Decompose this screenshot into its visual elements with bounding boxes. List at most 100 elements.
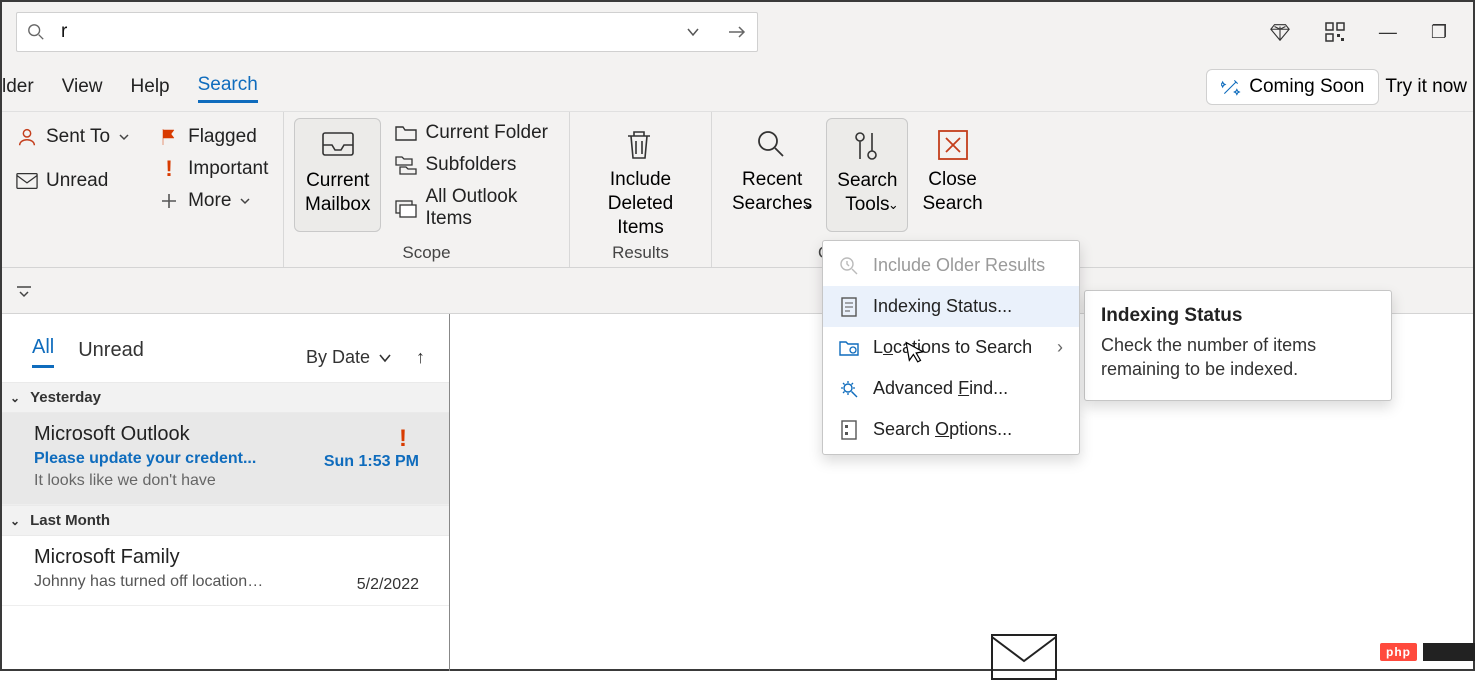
sort-direction-arrow[interactable]: ↑ [416, 347, 425, 368]
search-tools-button[interactable]: Search Tools ⌄ [826, 118, 908, 232]
sort-label: By Date [306, 347, 370, 368]
group-yesterday[interactable]: ⌄ Yesterday [2, 382, 449, 413]
important-icon: ! [158, 158, 180, 180]
all-outlook-items-button[interactable]: All Outlook Items [391, 184, 559, 232]
recent-searches-button[interactable]: Recent Searches ⌄ [722, 118, 822, 232]
all-items-icon [395, 197, 417, 219]
tooltip: Indexing Status Check the number of item… [1084, 290, 1392, 401]
menu-locations-to-search[interactable]: Locations to Search › [823, 327, 1079, 368]
document-icon [839, 297, 859, 317]
important-button[interactable]: ! Important [154, 156, 272, 182]
chevron-down-icon: ⌄ [803, 196, 814, 212]
search-tools-menu: Include Older Results Indexing Status...… [822, 240, 1080, 455]
sort-by-date[interactable]: By Date [306, 347, 392, 368]
important-icon: ! [399, 425, 407, 453]
results-group-label: Results [580, 243, 701, 265]
quick-access-dropdown[interactable] [16, 284, 32, 298]
close-search-button[interactable]: Close Search [912, 118, 992, 232]
gear-search-icon [839, 379, 859, 399]
menu-include-older: Include Older Results [823, 245, 1079, 286]
flag-icon [158, 126, 180, 148]
recent-searches-label: Recent Searches [732, 168, 812, 216]
cursor-icon [905, 339, 927, 366]
tab-folder[interactable]: lder [2, 72, 34, 102]
message-item[interactable]: Microsoft Family Johnny has turned off l… [2, 536, 449, 606]
message-subject: Johnny has turned off location ... [34, 573, 264, 591]
trash-icon [624, 128, 658, 162]
chevron-right-icon: › [1057, 337, 1063, 358]
menu-indexing-status[interactable]: Indexing Status... [823, 286, 1079, 327]
chevron-down-icon: ⌄ [10, 391, 20, 405]
tab-search[interactable]: Search [198, 70, 258, 103]
tooltip-title: Indexing Status [1101, 305, 1375, 327]
filter-all-tab[interactable]: All [32, 336, 54, 368]
chevron-down-icon [239, 195, 251, 207]
subfolders-label: Subfolders [425, 154, 516, 176]
folder-search-icon [839, 338, 859, 358]
message-date: Sun 1:53 PM [324, 453, 419, 471]
chevron-down-icon: ⌄ [10, 514, 20, 528]
sent-to-label: Sent To [46, 126, 110, 148]
close-search-label: Close Search [922, 168, 982, 216]
all-items-label: All Outlook Items [425, 186, 555, 230]
scope-group-label: Scope [294, 243, 559, 265]
message-list: All Unread By Date ↑ ⌄ Yesterday ! Micro… [2, 314, 450, 671]
envelope-icon [16, 170, 38, 192]
search-go-arrow[interactable] [727, 24, 747, 40]
unread-button[interactable]: Unread [12, 168, 134, 194]
current-folder-button[interactable]: Current Folder [391, 120, 559, 146]
chevron-down-icon [378, 351, 392, 365]
inbox-icon [321, 129, 355, 163]
message-subject: Please update your credent... [34, 450, 256, 468]
group-label: Yesterday [30, 389, 101, 406]
plus-icon [158, 190, 180, 212]
tab-help[interactable]: Help [131, 72, 170, 102]
search-input[interactable] [59, 20, 673, 44]
search-icon [27, 23, 45, 41]
include-deleted-button[interactable]: Include Deleted Items [580, 118, 701, 232]
more-button[interactable]: More [154, 188, 272, 214]
sent-to-button[interactable]: Sent To [12, 124, 134, 150]
menu-label: Locations to Search [873, 337, 1032, 358]
premium-icon[interactable] [1269, 21, 1291, 43]
restore-button[interactable]: ❐ [1431, 22, 1447, 43]
tab-view[interactable]: View [62, 72, 103, 102]
current-folder-label: Current Folder [425, 122, 548, 144]
options-icon [839, 420, 859, 440]
subfolders-icon [395, 154, 417, 176]
envelope-icon [990, 633, 1058, 681]
group-last-month[interactable]: ⌄ Last Month [2, 505, 449, 536]
watermark-bar [1423, 643, 1475, 661]
qr-icon[interactable] [1325, 22, 1345, 42]
watermark-badge: php [1380, 643, 1417, 661]
include-deleted-label: Include Deleted Items [590, 168, 691, 239]
search-scope-dropdown[interactable] [685, 24, 701, 40]
wand-icon [1221, 77, 1241, 97]
flagged-button[interactable]: Flagged [154, 124, 272, 150]
menu-label: Search Options... [873, 419, 1012, 440]
unread-label: Unread [46, 170, 108, 192]
current-mailbox-button[interactable]: Current Mailbox [294, 118, 381, 232]
menu-label: Include Older Results [873, 255, 1045, 276]
filter-unread-tab[interactable]: Unread [78, 339, 144, 368]
search-box[interactable] [16, 12, 758, 52]
message-from: Microsoft Outlook [34, 423, 429, 446]
close-icon [936, 128, 970, 162]
message-date: 5/2/2022 [357, 576, 419, 594]
message-from: Microsoft Family [34, 546, 429, 569]
menu-advanced-find[interactable]: Advanced Find... [823, 368, 1079, 409]
coming-soon-label: Coming Soon [1249, 76, 1364, 98]
more-label: More [188, 190, 231, 212]
minimize-button[interactable]: — [1379, 22, 1397, 43]
person-icon [16, 126, 38, 148]
try-it-now-link[interactable]: Try it now [1385, 76, 1467, 98]
menu-search-options[interactable]: Search Options... [823, 409, 1079, 450]
menu-label: Advanced Find... [873, 378, 1008, 399]
message-preview: It looks like we don't have [34, 472, 294, 490]
coming-soon-button[interactable]: Coming Soon [1206, 69, 1379, 105]
message-item[interactable]: ! Microsoft Outlook Please update your c… [2, 413, 449, 505]
chevron-down-icon [118, 131, 130, 143]
flagged-label: Flagged [188, 126, 257, 148]
subfolders-button[interactable]: Subfolders [391, 152, 559, 178]
search-icon [755, 128, 789, 162]
